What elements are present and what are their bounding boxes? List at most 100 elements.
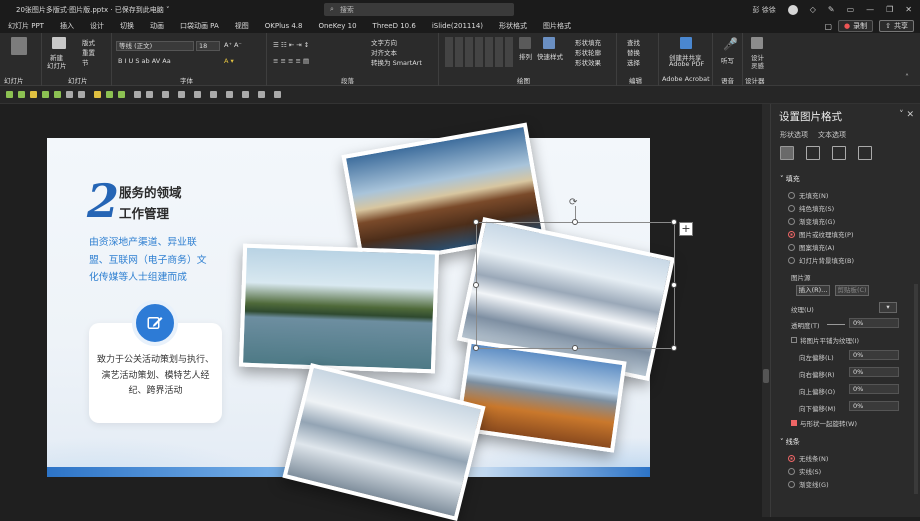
comment-icon[interactable]: ▢ xyxy=(824,22,832,31)
qa-icon-11[interactable] xyxy=(134,91,141,98)
resize-handle-nw[interactable] xyxy=(473,219,479,225)
tab-file[interactable]: 幻灯片 PPT xyxy=(0,19,52,33)
resize-handle-w[interactable] xyxy=(473,282,479,288)
arrange-icon[interactable] xyxy=(519,37,531,49)
shape-gallery[interactable] xyxy=(443,37,513,67)
find-button[interactable]: 查找 xyxy=(627,37,640,47)
quick-styles-icon[interactable] xyxy=(543,37,555,49)
shape-outline-button[interactable]: 形状轮廓 xyxy=(575,47,601,57)
line-option-solid[interactable]: 实线(S) xyxy=(788,466,821,476)
document-title[interactable]: 20张图片多版式·图片版.pptx · 已保存到此电脑 ˅ xyxy=(16,5,170,15)
layout-button[interactable]: 版式 xyxy=(82,37,95,47)
section-number[interactable]: 2 xyxy=(87,178,119,224)
qa-icon-13[interactable] xyxy=(162,91,169,98)
rotate-handle-icon[interactable]: ⟳ xyxy=(569,197,577,208)
replace-button[interactable]: 替换 xyxy=(627,47,640,57)
font-name-combo[interactable]: 等线 (正文) xyxy=(116,41,194,51)
add-element-icon[interactable]: + xyxy=(679,222,693,236)
paste-icon[interactable] xyxy=(11,37,27,55)
record-button[interactable]: ● 录制 xyxy=(838,20,874,32)
qa-icon-3[interactable] xyxy=(30,91,37,98)
tab-okplus[interactable]: OKPlus 4.8 xyxy=(257,19,311,33)
photo-lake[interactable] xyxy=(238,243,440,374)
avatar[interactable] xyxy=(787,4,798,15)
fill-option-picture[interactable]: 图片或纹理填充(P) xyxy=(788,229,854,239)
tab-shape-options[interactable]: 形状选项 xyxy=(780,130,808,140)
shape-effects-button[interactable]: 形状效果 xyxy=(575,57,601,67)
tab-threed[interactable]: ThreeD 10.6 xyxy=(365,19,424,33)
insert-button[interactable]: 插入(R)... xyxy=(796,285,830,296)
tab-view[interactable]: 视图 xyxy=(227,19,257,33)
tab-transitions[interactable]: 切换 xyxy=(112,19,142,33)
tab-shape-format[interactable]: 形状格式 xyxy=(491,19,535,33)
size-properties-icon[interactable] xyxy=(832,146,846,160)
fill-line-icon[interactable] xyxy=(780,146,794,160)
qa-icon-5[interactable] xyxy=(54,91,61,98)
qa-icon-2[interactable] xyxy=(18,91,25,98)
qa-icon-17[interactable] xyxy=(226,91,233,98)
align-text-button[interactable]: 对齐文本 xyxy=(371,47,397,57)
share-button[interactable]: ⇧ 共享 xyxy=(879,20,914,32)
line-option-none[interactable]: 无线条(N) xyxy=(788,453,828,463)
shape-fill-button[interactable]: 形状填充 xyxy=(575,37,601,47)
tab-text-options[interactable]: 文本选项 xyxy=(818,130,846,140)
qa-icon-1[interactable] xyxy=(6,91,13,98)
resize-handle-se[interactable] xyxy=(671,345,677,351)
reset-button[interactable]: 重置 xyxy=(82,47,95,57)
offset-left-input[interactable]: 0% xyxy=(849,350,899,360)
picture-icon[interactable] xyxy=(858,146,872,160)
align-buttons[interactable]: ≡ ≡ ≡ ≡ ▤ xyxy=(273,57,309,65)
diamond-icon[interactable]: ◇ xyxy=(810,5,816,14)
bullets-icon[interactable]: ☰ ☷ ⇤ ⇥ ↕ xyxy=(273,41,309,49)
qa-icon-14[interactable] xyxy=(178,91,185,98)
font-color-icon[interactable]: A ▾ xyxy=(224,57,234,65)
canvas-scrollbar[interactable] xyxy=(762,104,770,517)
fill-option-none[interactable]: 无填充(N) xyxy=(788,190,828,200)
fill-option-pattern[interactable]: 图案填充(A) xyxy=(788,242,835,252)
rotate-with-shape-checkbox[interactable]: 与形状一起旋转(W) xyxy=(791,418,857,428)
resize-handle-e[interactable] xyxy=(671,282,677,288)
resize-handle-sw[interactable] xyxy=(473,345,479,351)
qa-icon-19[interactable] xyxy=(258,91,265,98)
search-box[interactable]: ⌕ 搜索 xyxy=(324,3,514,16)
qa-icon-7[interactable] xyxy=(78,91,85,98)
tab-insert[interactable]: 插入 xyxy=(52,19,82,33)
qa-icon-16[interactable] xyxy=(210,91,217,98)
qa-icon-12[interactable] xyxy=(146,91,153,98)
qa-icon-15[interactable] xyxy=(194,91,201,98)
pane-close-icon[interactable]: ˅ ✕ xyxy=(899,110,914,120)
scrollbar-thumb[interactable] xyxy=(763,369,769,383)
text-direction-button[interactable]: 文字方向 xyxy=(371,37,397,47)
designer-icon[interactable] xyxy=(751,37,763,49)
transparency-slider[interactable] xyxy=(827,324,845,325)
font-style-buttons[interactable]: B I U S ab AV Aa xyxy=(118,57,171,65)
qa-icon-4[interactable] xyxy=(42,91,49,98)
effects-icon[interactable] xyxy=(806,146,820,160)
resize-handle-s[interactable] xyxy=(572,345,578,351)
select-button[interactable]: 选择 xyxy=(627,57,640,67)
font-size-combo[interactable]: 18 xyxy=(196,41,220,51)
new-slide-icon[interactable] xyxy=(52,37,66,49)
smartart-button[interactable]: 转换为 SmartArt xyxy=(371,57,422,67)
restore-icon[interactable]: ❐ xyxy=(886,5,893,14)
tab-picture-format[interactable]: 图片格式 xyxy=(535,19,579,33)
microphone-icon[interactable]: 🎤 xyxy=(723,37,738,51)
edit-badge[interactable] xyxy=(132,300,178,346)
fill-option-gradient[interactable]: 渐变填充(G) xyxy=(788,216,835,226)
qa-icon-18[interactable] xyxy=(242,91,249,98)
tab-animations[interactable]: 动画 xyxy=(142,19,172,33)
font-grow-icon[interactable]: A⁺ A⁻ xyxy=(224,41,242,49)
ribbon-collapse-icon[interactable]: ˄ xyxy=(905,73,909,82)
intro-text[interactable]: 由资深地产渠道、异业联盟、互联网（电子商务）文化传媒等人士组建而成 xyxy=(89,234,207,287)
qa-icon-8[interactable] xyxy=(94,91,101,98)
slide-heading[interactable]: 服务的领域 工作管理 xyxy=(119,182,182,224)
acrobat-icon[interactable] xyxy=(680,37,692,49)
pane-scrollbar[interactable] xyxy=(914,284,918,494)
offset-top-input[interactable]: 0% xyxy=(849,384,899,394)
clipboard-button[interactable]: 剪贴板(C) xyxy=(835,285,869,296)
offset-right-input[interactable]: 0% xyxy=(849,367,899,377)
close-icon[interactable]: ✕ xyxy=(905,5,912,14)
fill-option-slide-bg[interactable]: 幻灯片背景填充(B) xyxy=(788,255,854,265)
transparency-input[interactable]: 0% xyxy=(849,318,899,328)
ribbon-display-icon[interactable]: ▭ xyxy=(847,5,855,14)
